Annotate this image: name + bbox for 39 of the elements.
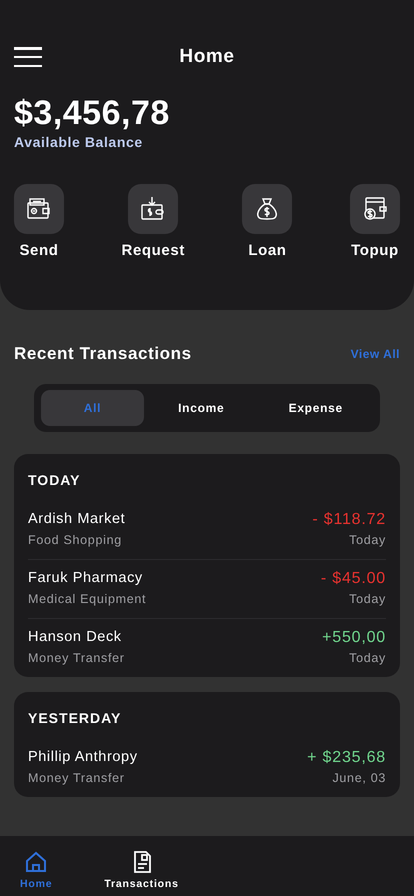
transaction-amount: - $45.00: [320, 570, 386, 587]
transaction-date: Today: [349, 592, 386, 607]
balance-amount: $3,456,78: [14, 94, 171, 132]
transaction-amount: +550,00: [322, 629, 386, 646]
action-button[interactable]: [350, 184, 400, 234]
document-icon: [132, 850, 152, 872]
category-label: Medical Equipment: [28, 592, 146, 607]
category-label: Food Shopping: [28, 533, 123, 548]
payee-name: Faruk Pharmacy: [28, 570, 144, 587]
transaction-date: Today: [349, 651, 386, 666]
payee-name: Hanson Deck: [28, 629, 123, 646]
category-label: Money Transfer: [28, 651, 125, 666]
action-label: Loan: [248, 242, 287, 260]
balance-label: Available Balance: [14, 134, 144, 150]
action-button[interactable]: [14, 184, 64, 234]
screen-title: Home: [179, 46, 235, 67]
transaction-date: June, 03: [332, 771, 386, 786]
filter-tab[interactable]: Income: [144, 390, 258, 426]
group-title: TODAY: [28, 472, 82, 488]
action-button[interactable]: [128, 184, 178, 234]
nav-tab[interactable]: Home: [20, 836, 52, 896]
action-label: Request: [122, 242, 185, 260]
home-icon: [25, 850, 48, 872]
category-label: Money Transfer: [28, 771, 126, 786]
filter-tab[interactable]: Expense: [258, 390, 373, 426]
transaction-amount: + $235,68: [307, 749, 386, 766]
section-title: Recent Transactions: [14, 344, 192, 364]
group-title: YESTERDAY: [28, 710, 122, 726]
transaction-amount: - $118.72: [312, 511, 386, 528]
action-label: Topup: [351, 242, 399, 260]
action-button[interactable]: [242, 184, 292, 234]
card-coin-icon: [362, 196, 388, 222]
menu-button[interactable]: [14, 47, 42, 67]
action-label: Send: [19, 242, 59, 260]
transaction-date: Today: [349, 533, 386, 548]
nav-tab[interactable]: Transactions: [104, 836, 179, 896]
payee-name: Phillip Anthropy: [28, 749, 138, 766]
payee-name: Ardish Market: [28, 511, 126, 528]
wallet-icon: [140, 196, 166, 222]
